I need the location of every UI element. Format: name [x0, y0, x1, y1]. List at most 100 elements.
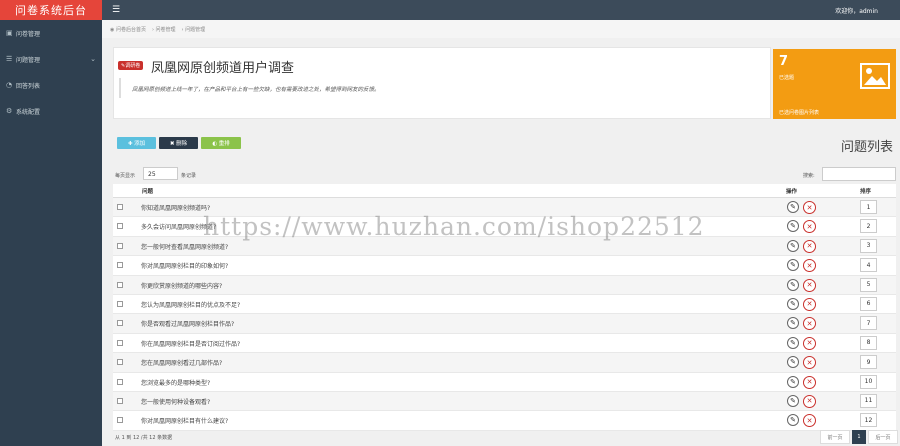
- quote-bar: [119, 78, 121, 98]
- row-checkbox[interactable]: [117, 359, 123, 366]
- question-text: 你知道凤凰网原创频道吗?: [141, 205, 211, 212]
- table-info: 从 1 到 12 /共 12 条数据: [115, 435, 173, 441]
- sort-input[interactable]: 4: [860, 258, 877, 273]
- breadcrumb-home[interactable]: ◉ 问卷后台首页: [110, 26, 146, 33]
- sort-input[interactable]: 2: [860, 219, 877, 234]
- remove-icon[interactable]: ✕: [803, 201, 816, 214]
- table-row: 你在凤凰网原创栏目是否订阅过作品? ✎ ✕ 8: [113, 333, 896, 354]
- sort-input[interactable]: 7: [860, 316, 877, 331]
- per-page-suffix: 条记录: [181, 173, 197, 179]
- remove-icon[interactable]: ✕: [803, 336, 816, 350]
- per-page-select[interactable]: 25: [143, 167, 178, 180]
- table-row: 你对凤凰网原创栏目的印象如何? ✎ ✕ 4: [113, 256, 896, 276]
- edit-icon[interactable]: ✎: [787, 414, 799, 427]
- sort-input[interactable]: 8: [860, 335, 877, 350]
- sidebar-item-questions[interactable]: ☰ 问题管理 ⌄: [0, 46, 102, 72]
- row-checkbox[interactable]: [117, 242, 123, 249]
- header-sort: 排序: [860, 189, 872, 195]
- header-ops: 操作: [786, 189, 798, 195]
- sort-input[interactable]: 12: [860, 413, 877, 428]
- edit-icon[interactable]: ✎: [787, 259, 799, 272]
- survey-icon: ▣: [6, 29, 13, 37]
- add-button[interactable]: ✚ 添加: [117, 137, 156, 149]
- remove-icon[interactable]: ✕: [803, 356, 816, 370]
- table-row: 多久会访问凤凰网原创频道? ✎ ✕ 2: [113, 217, 896, 237]
- question-text: 你在凤凰网原创栏目是否订阅过作品?: [141, 340, 241, 348]
- table-row: 您一般何时查看凤凰网原创频道? ✎ ✕ 3: [113, 236, 896, 257]
- breadcrumb-current: › 问题管理: [181, 26, 206, 33]
- question-text: 多久会访问凤凰网原创频道?: [141, 224, 217, 232]
- delete-button[interactable]: ✖ 删除: [159, 137, 198, 149]
- sort-input[interactable]: 11: [860, 393, 877, 408]
- search-input[interactable]: [822, 167, 896, 181]
- sort-input[interactable]: 10: [860, 374, 877, 389]
- row-checkbox[interactable]: [117, 281, 123, 288]
- search-label: 搜索:: [803, 173, 815, 179]
- remove-icon[interactable]: ✕: [803, 278, 816, 292]
- current-page-button[interactable]: 1: [852, 430, 866, 444]
- survey-tag: ✎调研卷: [118, 61, 144, 70]
- edit-icon[interactable]: ✎: [787, 394, 799, 407]
- question-text: 您一般使用何种设备观看?: [141, 398, 211, 406]
- row-checkbox[interactable]: [117, 397, 123, 404]
- edit-icon[interactable]: ✎: [787, 297, 799, 310]
- row-checkbox[interactable]: [117, 339, 123, 346]
- sidebar-item-answers[interactable]: ◔ 回答列表: [0, 72, 102, 98]
- sidebar-item-label: 系统配置: [16, 108, 41, 116]
- question-text: 你是否观看过凤凰网原创栏目作品?: [141, 321, 235, 329]
- row-checkbox[interactable]: [117, 320, 123, 327]
- row-checkbox[interactable]: [117, 417, 123, 424]
- table-row: 你对凤凰网原创栏目有什么建议? ✎ ✕ 12: [113, 411, 896, 431]
- question-text: 你对凤凰网原创栏目有什么建议?: [141, 418, 229, 426]
- menu-icon[interactable]: ☰: [112, 5, 120, 15]
- survey-description: 凤凰网原创频道上线一年了，在产品和平台上有一些欠缺，也有需要改进之处，希望得到网…: [132, 87, 380, 93]
- list-icon: ☰: [6, 55, 13, 63]
- breadcrumb-survey[interactable]: › 问卷管理: [152, 26, 176, 33]
- table-header: 问题 操作 排序: [113, 184, 896, 198]
- sidebar-item-label: 问卷管理: [16, 30, 41, 38]
- table-body: 你知道凤凰网原创频道吗? ✎ ✕ 1 多久会访问凤凰网原创频道? ✎ ✕ 2 您一般何时查看凤凰…: [113, 198, 896, 431]
- remove-icon[interactable]: ✕: [803, 414, 816, 428]
- remove-icon[interactable]: ✕: [803, 220, 816, 234]
- table-row: 您在凤凰网原创看过几部作品? ✎ ✕ 9: [113, 353, 896, 373]
- remove-icon[interactable]: ✕: [803, 394, 816, 408]
- sort-input[interactable]: 9: [860, 355, 877, 370]
- edit-icon[interactable]: ✎: [787, 356, 799, 369]
- edit-icon[interactable]: ✎: [787, 317, 799, 330]
- edit-icon[interactable]: ✎: [787, 201, 799, 213]
- prev-page-button[interactable]: 前一页: [820, 430, 850, 444]
- row-checkbox[interactable]: [117, 223, 123, 230]
- next-page-button[interactable]: 后一页: [868, 430, 898, 444]
- remove-icon[interactable]: ✕: [803, 297, 816, 311]
- sidebar-item-survey[interactable]: ▣ 问卷管理: [0, 20, 102, 46]
- chart-icon: ◔: [6, 81, 13, 89]
- picture-icon: [860, 63, 890, 91]
- edit-icon[interactable]: ✎: [787, 220, 799, 233]
- question-text: 您认为凤凰网原创栏目的优点及不足?: [141, 301, 241, 309]
- edit-icon[interactable]: ✎: [787, 239, 799, 252]
- stat-number: 7: [779, 54, 789, 69]
- remove-icon[interactable]: ✕: [803, 259, 816, 273]
- remove-icon[interactable]: ✕: [803, 317, 816, 331]
- edit-icon[interactable]: ✎: [787, 278, 799, 291]
- row-checkbox[interactable]: [117, 378, 123, 385]
- edit-icon[interactable]: ✎: [787, 336, 799, 349]
- sort-input[interactable]: 6: [860, 296, 877, 311]
- sort-input[interactable]: 1: [860, 200, 877, 214]
- table-row: 您一般使用何种设备观看? ✎ ✕ 11: [113, 391, 896, 412]
- stat-link[interactable]: 已选问卷图片列表: [779, 109, 819, 116]
- row-checkbox[interactable]: [117, 300, 123, 307]
- table-row: 您浏览最多的是哪种类型? ✎ ✕ 10: [113, 372, 896, 392]
- reset-button[interactable]: ◐ 重排: [201, 137, 241, 149]
- stat-card: 7 已选题 已选问卷图片列表: [773, 49, 896, 119]
- sidebar-item-settings[interactable]: ⚙ 系统配置: [0, 98, 102, 124]
- edit-icon[interactable]: ✎: [787, 375, 799, 388]
- sort-input[interactable]: 5: [860, 277, 877, 292]
- welcome-user[interactable]: 欢迎你，admin: [835, 6, 878, 15]
- sort-input[interactable]: 3: [860, 238, 877, 253]
- remove-icon[interactable]: ✕: [803, 239, 816, 253]
- app-logo: 问卷系统后台: [0, 0, 102, 20]
- row-checkbox[interactable]: [117, 262, 123, 269]
- row-checkbox[interactable]: [117, 204, 123, 210]
- remove-icon[interactable]: ✕: [803, 375, 816, 389]
